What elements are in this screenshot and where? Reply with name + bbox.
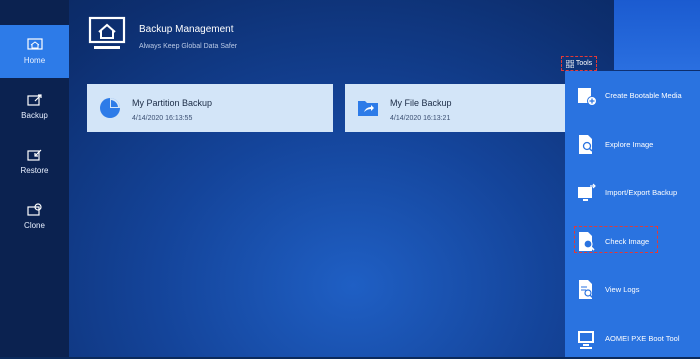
tool-pxe-boot[interactable]: AOMEI PXE Boot Tool <box>565 319 700 359</box>
sidebar-item-label: Backup <box>21 111 48 120</box>
sidebar-item-restore[interactable]: Restore <box>0 135 69 188</box>
sidebar: Home Backup Restore Clone <box>0 0 69 357</box>
grid-icon <box>565 59 574 68</box>
backup-icon <box>26 94 42 106</box>
page-subtitle: Always Keep Global Data Safer <box>139 43 238 50</box>
pxe-boot-icon <box>578 331 594 349</box>
tool-label: Explore Image <box>605 140 654 149</box>
page-title: Backup Management <box>139 24 234 35</box>
task-name: My Partition Backup <box>132 98 213 108</box>
tool-label: Create Bootable Media <box>605 91 682 100</box>
monitor-home-icon <box>88 16 126 49</box>
task-card-file-backup[interactable]: My File Backup 4/14/2020 16:13:21 <box>345 84 591 132</box>
view-logs-icon <box>579 280 593 299</box>
tool-label: AOMEI PXE Boot Tool <box>605 334 680 343</box>
tools-button[interactable]: Tools <box>561 56 597 71</box>
folder-share-icon <box>358 101 378 116</box>
window-edge-strip <box>614 0 700 70</box>
tools-label: Tools <box>575 60 593 67</box>
restore-icon <box>26 149 41 161</box>
check-image-highlight <box>574 226 658 253</box>
tool-create-bootable-media[interactable]: Create Bootable Media <box>565 76 700 116</box>
sidebar-item-home[interactable]: Home <box>0 25 69 78</box>
task-card-partition-backup[interactable]: My Partition Backup 4/14/2020 16:13:55 <box>87 84 333 132</box>
tool-explore-image[interactable]: Explore Image <box>565 125 700 165</box>
task-date: 4/14/2020 16:13:21 <box>390 115 451 122</box>
clone-icon <box>26 203 42 216</box>
tool-view-logs[interactable]: View Logs <box>565 270 700 310</box>
tool-label: Import/Export Backup <box>605 188 678 197</box>
tool-label: View Logs <box>605 285 640 294</box>
task-date: 4/14/2020 16:13:55 <box>132 115 193 122</box>
explore-image-icon <box>579 135 593 154</box>
pie-chart-icon <box>100 98 120 118</box>
import-export-icon <box>578 183 596 201</box>
tool-import-export-backup[interactable]: Import/Export Backup <box>565 173 700 213</box>
sidebar-item-backup[interactable]: Backup <box>0 80 69 133</box>
sidebar-item-label: Restore <box>20 166 49 175</box>
task-name: My File Backup <box>390 98 452 108</box>
bootable-media-icon <box>578 88 597 106</box>
sidebar-item-clone[interactable]: Clone <box>0 190 69 243</box>
tools-panel: Create Bootable Media Explore Image Impo… <box>565 71 700 357</box>
sidebar-item-label: Clone <box>24 221 45 230</box>
sidebar-item-label: Home <box>23 56 46 65</box>
home-icon <box>26 38 43 50</box>
